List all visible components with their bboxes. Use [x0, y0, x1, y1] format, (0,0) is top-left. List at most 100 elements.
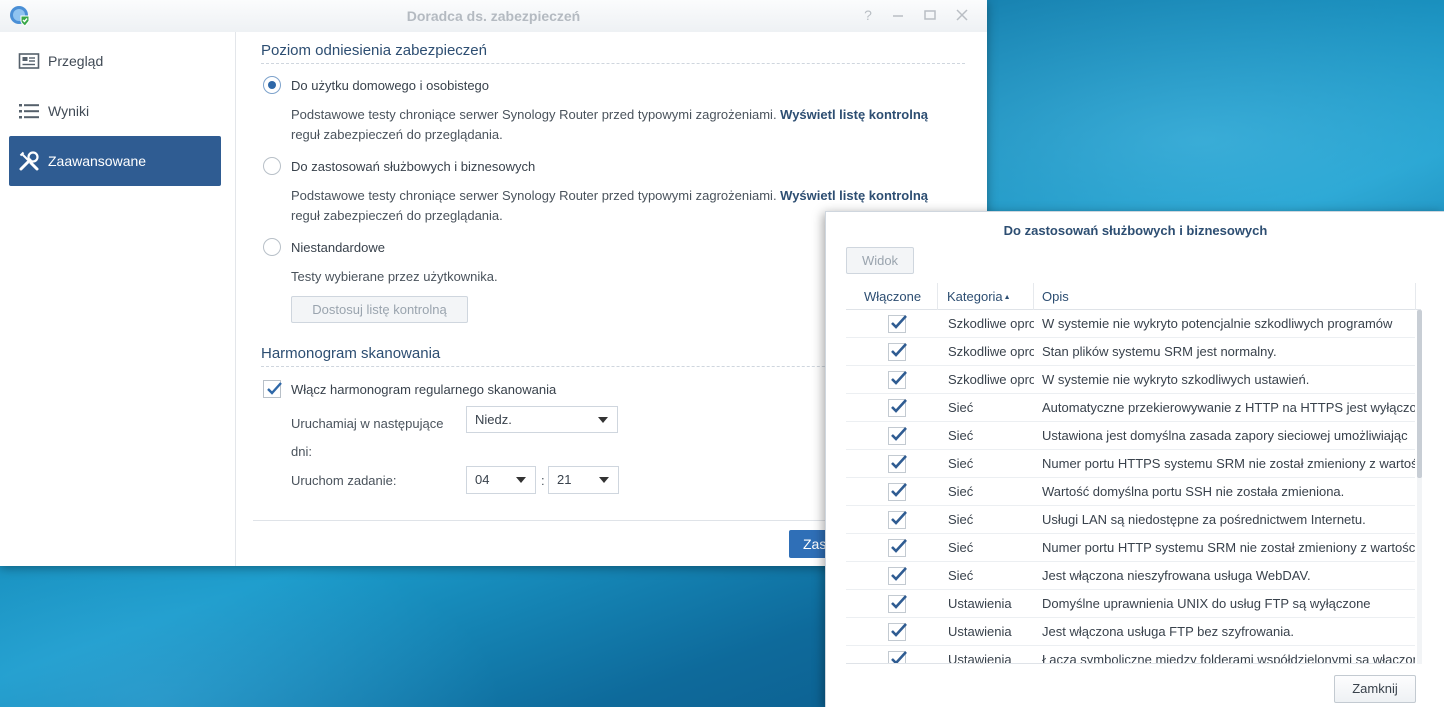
scrollbar-thumb[interactable] — [1417, 310, 1422, 478]
table-row[interactable]: Sieć Wartość domyślna portu SSH nie zost… — [846, 478, 1415, 506]
close-icon[interactable] — [954, 7, 970, 23]
row-description: Łącza symboliczne między folderami współ… — [1042, 652, 1415, 664]
sidebar: Przegląd Wyniki Zaawansowane — [0, 32, 236, 566]
customize-checklist-button[interactable]: Dostosuj listę kontrolną — [291, 296, 468, 323]
row-enabled-checkbox[interactable] — [888, 427, 907, 445]
row-category: Ustawienia — [948, 596, 1012, 611]
wrench-icon — [18, 150, 40, 172]
column-header-category[interactable]: Kategoria▲ — [947, 283, 1011, 310]
window-title: Doradca ds. zabezpieczeń — [406, 8, 581, 24]
row-enabled-checkbox[interactable] — [888, 399, 907, 417]
row-description: Jest włączona usługa FTP bez szyfrowania… — [1042, 624, 1294, 639]
column-separator — [1415, 283, 1416, 310]
sidebar-item-advanced[interactable]: Zaawansowane — [9, 136, 221, 186]
row-enabled-checkbox[interactable] — [888, 455, 907, 473]
sidebar-item-results[interactable]: Wyniki — [9, 86, 221, 136]
column-separator — [937, 283, 938, 310]
row-category: Sieć — [948, 568, 974, 583]
row-description: Domyślne uprawnienia UNIX do usług FTP s… — [1042, 596, 1371, 611]
table-row[interactable]: Sieć Numer portu HTTP systemu SRM nie zo… — [846, 534, 1415, 562]
option-label-custom: Niestandardowe — [291, 240, 385, 255]
minimize-icon[interactable] — [890, 7, 906, 23]
row-category: Sieć — [948, 540, 974, 555]
row-enabled-checkbox[interactable] — [888, 539, 907, 557]
days-label: Uruchamiaj w następujące dni: — [291, 416, 444, 459]
row-category: Sieć — [948, 512, 974, 527]
baseline-section-title: Poziom odniesienia zabezpieczeń — [261, 42, 487, 59]
description-text: Podstawowe testy chroniące serwer Synolo… — [291, 107, 781, 122]
table-row[interactable]: Szkodliwe oprogramowanie W systemie nie … — [846, 310, 1415, 338]
row-category: Sieć — [948, 400, 974, 415]
radio-home-personal[interactable] — [263, 76, 281, 94]
hour-select[interactable]: 04 — [466, 466, 536, 494]
close-button[interactable]: Zamknij — [1334, 675, 1416, 703]
table-row[interactable]: Sieć Usługi LAN są niedostępne za pośred… — [846, 506, 1415, 534]
chevron-down-icon — [599, 477, 609, 483]
help-icon[interactable]: ? — [860, 7, 876, 23]
sidebar-item-overview[interactable]: Przegląd — [9, 36, 221, 86]
row-category: Ustawienia — [948, 624, 1012, 639]
view-checklist-link[interactable]: Wyświetl listę kontrolną — [780, 188, 928, 203]
row-category: Szkodliwe oprogramowanie — [948, 344, 1034, 359]
row-enabled-checkbox[interactable] — [888, 511, 907, 529]
row-description: Ustawiona jest domyślna zasada zapory si… — [1042, 428, 1408, 443]
table-row[interactable]: Szkodliwe oprogramowanie W systemie nie … — [846, 366, 1415, 394]
list-icon — [18, 100, 40, 122]
row-category: Szkodliwe oprogramowanie — [948, 316, 1034, 331]
row-enabled-checkbox[interactable] — [888, 651, 907, 663]
checklist-table: Szkodliwe oprogramowanie W systemie nie … — [846, 310, 1415, 664]
column-separator — [1033, 283, 1034, 310]
enable-schedule-checkbox[interactable] — [263, 380, 282, 398]
title-bar[interactable]: Doradca ds. zabezpieczeń ? — [0, 0, 987, 32]
option-description-home-personal: Podstawowe testy chroniące serwer Synolo… — [291, 105, 941, 145]
sidebar-item-label: Przegląd — [48, 53, 104, 69]
table-row[interactable]: Sieć Automatyczne przekierowywanie z HTT… — [846, 394, 1415, 422]
option-label-business: Do zastosowań służbowych i biznesowych — [291, 159, 536, 174]
table-row[interactable]: Ustawienia Jest włączona usługa FTP bez … — [846, 618, 1415, 646]
row-enabled-checkbox[interactable] — [888, 483, 907, 501]
table-scrollbar[interactable] — [1417, 310, 1422, 664]
dialog-title: Do zastosowań służbowych i biznesowych — [1003, 223, 1268, 238]
row-description: Numer portu HTTPS systemu SRM nie został… — [1042, 456, 1415, 471]
option-label-home-personal: Do użytku domowego i osobistego — [291, 78, 490, 93]
description-text: Podstawowe testy chroniące serwer Synolo… — [291, 188, 781, 203]
days-select-value: Niedz. — [475, 412, 512, 427]
time-separator: : — [541, 473, 545, 488]
table-row[interactable]: Ustawienia Domyślne uprawnienia UNIX do … — [846, 590, 1415, 618]
minute-select-value: 21 — [557, 472, 572, 487]
row-category: Szkodliwe oprogramowanie — [948, 372, 1034, 387]
description-text: reguł zabezpieczeń do przeglądania. — [291, 208, 503, 223]
enable-schedule-label: Włącz harmonogram regularnego skanowania — [291, 382, 557, 397]
column-header-enabled[interactable]: Włączone — [864, 283, 921, 310]
row-category: Sieć — [948, 428, 974, 443]
description-text: reguł zabezpieczeń do przeglądania. — [291, 127, 503, 142]
row-description: Automatyczne przekierowywanie z HTTP na … — [1042, 400, 1415, 415]
minute-select[interactable]: 21 — [548, 466, 619, 494]
view-button[interactable]: Widok — [846, 247, 914, 274]
row-enabled-checkbox[interactable] — [888, 371, 907, 389]
row-category: Sieć — [948, 456, 974, 471]
checklist-dialog: Do zastosowań służbowych i biznesowych W… — [825, 211, 1444, 707]
table-row[interactable]: Sieć Jest włączona nieszyfrowana usługa … — [846, 562, 1415, 590]
chevron-down-icon — [598, 417, 608, 423]
row-description: Stan plików systemu SRM jest normalny. — [1042, 344, 1277, 359]
maximize-icon[interactable] — [922, 7, 938, 23]
column-header-description[interactable]: Opis — [1042, 283, 1069, 310]
row-description: Wartość domyślna portu SSH nie została z… — [1042, 484, 1345, 499]
table-row[interactable]: Ustawienia Łącza symboliczne między fold… — [846, 646, 1415, 664]
table-row[interactable]: Sieć Ustawiona jest domyślna zasada zapo… — [846, 422, 1415, 450]
row-enabled-checkbox[interactable] — [888, 595, 907, 613]
row-enabled-checkbox[interactable] — [888, 623, 907, 641]
view-checklist-link[interactable]: Wyświetl listę kontrolną — [780, 107, 928, 122]
table-row[interactable]: Szkodliwe oprogramowanie Stan plików sys… — [846, 338, 1415, 366]
radio-custom[interactable] — [263, 238, 281, 256]
row-enabled-checkbox[interactable] — [888, 315, 907, 333]
radio-business[interactable] — [263, 157, 281, 175]
row-enabled-checkbox[interactable] — [888, 343, 907, 361]
row-enabled-checkbox[interactable] — [888, 567, 907, 585]
row-description: W systemie nie wykryto potencjalnie szko… — [1042, 316, 1393, 331]
column-header-category-label: Kategoria — [947, 289, 1003, 304]
days-select[interactable]: Niedz. — [466, 406, 618, 433]
table-row[interactable]: Sieć Numer portu HTTPS systemu SRM nie z… — [846, 450, 1415, 478]
sidebar-item-label: Zaawansowane — [48, 153, 147, 169]
